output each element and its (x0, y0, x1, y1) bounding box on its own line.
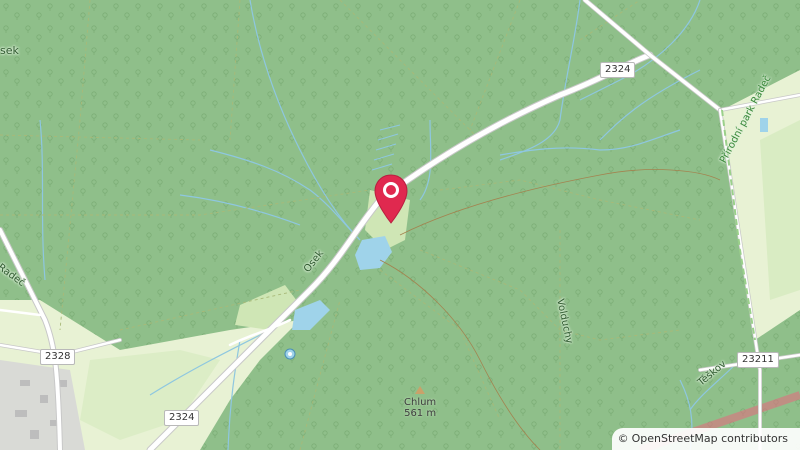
peak-chlum: Chlum 561 m (404, 386, 436, 419)
road-shield-2328: 2328 (40, 349, 76, 365)
pond-east (760, 118, 768, 132)
peak-name: Chlum (404, 397, 437, 408)
peak-icon (415, 386, 426, 394)
map-view[interactable]: 2324 2324 2328 23211 sek Osek Radeč Přír… (0, 0, 800, 450)
attribution-link[interactable]: OpenStreetMap contributors (632, 428, 788, 450)
peak-elevation: 561 m (404, 408, 437, 419)
spring-icon-dot (288, 352, 292, 356)
road-shield-23211: 23211 (737, 352, 779, 368)
copyright-symbol: © (617, 432, 629, 445)
label-osek-partial: sek (0, 44, 19, 57)
road-shield-2324-north: 2324 (600, 62, 636, 78)
road-shield-2324-south: 2324 (164, 410, 200, 426)
map-pin-icon (374, 174, 408, 224)
map-attribution: © OpenStreetMap contributors (611, 428, 800, 450)
map-pin-marker[interactable] (373, 173, 409, 225)
